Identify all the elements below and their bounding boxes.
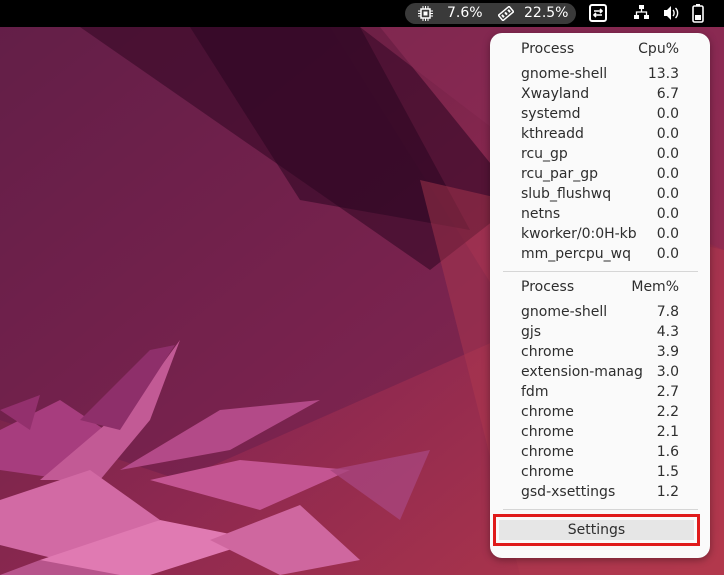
cpu-process-row[interactable]: systemd 0.0 (521, 104, 679, 124)
mem-process-row[interactable]: extension-manag 3.0 (521, 362, 679, 382)
process-cpu: 0.0 (656, 226, 679, 242)
mem-process-row[interactable]: chrome 3.9 (521, 342, 679, 362)
process-name: gnome-shell (521, 66, 608, 82)
process-mem: 7.8 (656, 304, 679, 320)
cpu-process-row[interactable]: netns 0.0 (521, 204, 679, 224)
process-name: gjs (521, 324, 542, 340)
memory-icon (498, 6, 514, 21)
process-mem: 2.7 (656, 384, 679, 400)
process-mem: 3.0 (656, 364, 679, 380)
mem-process-row[interactable]: chrome 2.1 (521, 422, 679, 442)
process-cpu: 0.0 (656, 246, 679, 262)
system-monitor-icon[interactable] (589, 4, 607, 22)
cpu-process-row[interactable]: slub_flushwq 0.0 (521, 184, 679, 204)
process-name: chrome (521, 404, 574, 420)
mem-process-row[interactable]: chrome 1.5 (521, 462, 679, 482)
system-monitor-popup: Process Cpu% gnome-shell 13.3 Xwayland 6… (490, 33, 710, 558)
mem-process-row[interactable]: chrome 2.2 (521, 402, 679, 422)
mem-process-row[interactable]: chrome 1.6 (521, 442, 679, 462)
process-cpu: 6.7 (656, 86, 679, 102)
cpu-icon (418, 6, 433, 21)
process-mem: 1.5 (656, 464, 679, 480)
process-cpu: 0.0 (656, 166, 679, 182)
process-name: systemd (521, 106, 581, 122)
mem-header: Process Mem% (521, 277, 679, 297)
process-name: chrome (521, 464, 574, 480)
process-cpu: 0.0 (656, 186, 679, 202)
mem-header-value: Mem% (631, 279, 679, 295)
process-mem: 2.2 (656, 404, 679, 420)
process-name: rcu_par_gp (521, 166, 599, 182)
cpu-process-row[interactable]: rcu_gp 0.0 (521, 144, 679, 164)
process-name: rcu_gp (521, 146, 568, 162)
top-bar: 7.6% 22.5% (0, 0, 724, 27)
system-monitor-indicator[interactable]: 7.6% 22.5% (405, 3, 576, 24)
memory-percent: 22.5% (524, 5, 569, 21)
cpu-header-process: Process (521, 41, 575, 57)
process-cpu: 13.3 (647, 66, 679, 82)
process-name: extension-manag (521, 364, 643, 380)
volume-icon[interactable] (662, 4, 680, 22)
process-mem: 1.2 (656, 484, 679, 500)
mem-process-row[interactable]: fdm 2.7 (521, 382, 679, 402)
cpu-process-row[interactable]: Xwayland 6.7 (521, 84, 679, 104)
cpu-header-value: Cpu% (638, 41, 679, 57)
battery-icon[interactable] (692, 4, 704, 23)
process-name: chrome (521, 424, 574, 440)
process-name: kthreadd (521, 126, 584, 142)
mem-process-row[interactable]: gnome-shell 7.8 (521, 302, 679, 322)
process-cpu: 0.0 (656, 126, 679, 142)
cpu-process-row[interactable]: kworker/0:0H-kb 0.0 (521, 224, 679, 244)
process-name: gnome-shell (521, 304, 608, 320)
process-cpu: 0.0 (656, 106, 679, 122)
process-name: fdm (521, 384, 549, 400)
cpu-process-row[interactable]: rcu_par_gp 0.0 (521, 164, 679, 184)
process-cpu: 0.0 (656, 206, 679, 222)
process-mem: 2.1 (656, 424, 679, 440)
process-name: Xwayland (521, 86, 590, 102)
mem-process-row[interactable]: gjs 4.3 (521, 322, 679, 342)
network-icon[interactable] (633, 4, 650, 21)
cpu-percent: 7.6% (447, 5, 483, 21)
process-name: chrome (521, 444, 574, 460)
settings-highlight: Settings (493, 514, 700, 546)
process-cpu: 0.0 (656, 146, 679, 162)
process-name: slub_flushwq (521, 186, 612, 202)
process-mem: 3.9 (656, 344, 679, 360)
cpu-header: Process Cpu% (521, 39, 679, 59)
process-name: netns (521, 206, 561, 222)
process-name: kworker/0:0H-kb (521, 226, 637, 242)
mem-header-process: Process (521, 279, 575, 295)
process-name: mm_percpu_wq (521, 246, 632, 262)
cpu-process-row[interactable]: mm_percpu_wq 0.0 (521, 244, 679, 264)
process-mem: 1.6 (656, 444, 679, 460)
process-name: gsd-xsettings (521, 484, 616, 500)
process-name: chrome (521, 344, 574, 360)
process-mem: 4.3 (656, 324, 679, 340)
settings-button[interactable]: Settings (499, 520, 694, 540)
mem-process-row[interactable]: gsd-xsettings 1.2 (521, 482, 679, 502)
cpu-process-row[interactable]: kthreadd 0.0 (521, 124, 679, 144)
section-divider (503, 271, 698, 272)
cpu-process-row[interactable]: gnome-shell 13.3 (521, 64, 679, 84)
section-divider (503, 509, 698, 510)
